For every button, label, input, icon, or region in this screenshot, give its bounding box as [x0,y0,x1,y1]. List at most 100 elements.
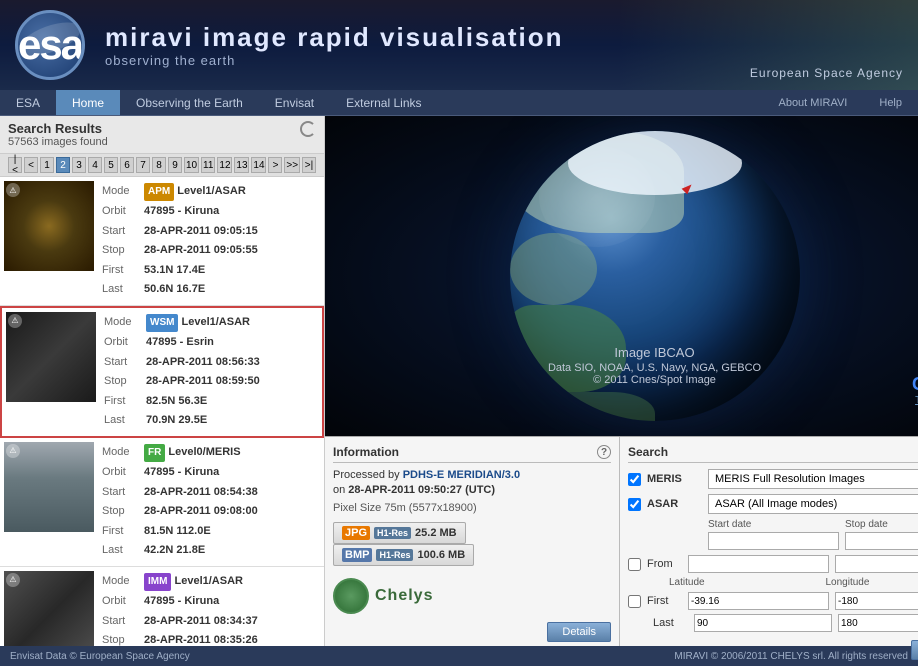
refresh-icon[interactable] [300,121,316,137]
nav-bar: ESA Home Observing the Earth Envisat Ext… [0,90,918,116]
last-label: Last [653,617,688,629]
last-coord-row: Last [628,614,918,632]
first-checkbox[interactable] [628,595,641,608]
google-watermark: Google Terms of Use [912,374,918,406]
start-date-label: Start date [708,519,839,530]
meris-checkbox[interactable] [628,473,641,486]
page-3-btn[interactable]: 3 [72,157,86,173]
app-name-heading: miravi image rapid visualisation [105,22,564,53]
first-label: First [647,595,682,607]
globe-caption-2: Data SIO, NOAA, U.S. Navy, NGA, GEBCO [548,362,761,374]
app-tagline: observing the earth [105,53,564,68]
right-panel: esa Image IBCAO Data SIO, NOAA, U.S. Nav… [325,116,918,646]
page-7-btn[interactable]: 7 [136,157,150,173]
nav-observing[interactable]: Observing the Earth [120,90,259,115]
search-button[interactable]: Search [911,640,918,660]
info-pixel: Pixel Size 75m (5577x18900) [333,502,611,514]
search-results-count: 57563 images found [8,136,108,148]
stop-date-label: Stop date [845,519,918,530]
page-10-btn[interactable]: 10 [184,157,199,173]
from-checkbox[interactable] [628,558,641,571]
asar-select[interactable]: ASAR (All Image modes) [708,494,918,514]
nav-esa[interactable]: ESA [0,90,56,115]
nav-envisat[interactable]: Envisat [259,90,330,115]
globe-caption: Image IBCAO Data SIO, NOAA, U.S. Navy, N… [548,345,761,386]
terms-link[interactable]: Terms of Use [912,395,918,406]
page-4-btn[interactable]: 4 [88,157,102,173]
globe-marker [684,183,692,191]
footer-left: Envisat Data © European Space Agency [10,651,190,662]
main-content: Search Results 57563 images found |< < 1… [0,116,918,646]
page-11-btn[interactable]: 11 [201,157,215,173]
last-lat-input[interactable] [694,614,832,632]
nav-home[interactable]: Home [56,90,120,115]
file-buttons: JPG H1-Res 25.2 MB BMP H1-Res 100.6 MB [333,522,611,566]
left-panel: Search Results 57563 images found |< < 1… [0,116,325,646]
result-item-2[interactable]: ⚠ ModeWSM Level1/ASAR Orbit47895 - Esrin… [0,306,324,438]
footer-right: MIRAVI © 2006/2011 CHELYS srl. All right… [674,651,908,662]
asar-checkbox[interactable] [628,498,641,511]
last-lon-input[interactable] [838,614,918,632]
page-6-btn[interactable]: 6 [120,157,134,173]
page-1-btn[interactable]: 1 [40,157,54,173]
result-info-3: ModeFR Level0/MERIS Orbit47895 - Kiruna … [100,442,320,562]
details-button[interactable]: Details [547,622,611,642]
search-panel-title: Search ? [628,445,918,463]
mode-badge-2: WSM [146,314,178,332]
bmp-download-btn[interactable]: BMP H1-Res 100.6 MB [333,544,474,566]
app-name: miravi [105,22,194,52]
info-help-btn[interactable]: ? [597,445,611,459]
result-item-1[interactable]: ⚠ ModeAPM Level1/ASAR Orbit47895 - Kirun… [0,177,324,306]
nav-help[interactable]: Help [863,93,918,113]
result-thumb-3: ⚠ [4,442,94,532]
header: esa miravi image rapid visualisation obs… [0,0,918,90]
page-9-btn[interactable]: 9 [168,157,182,173]
first-coord-row: First [628,592,918,610]
page-14-btn[interactable]: 14 [251,157,266,173]
from-input[interactable] [688,555,829,573]
search-panel: Search ? MERIS MERIS Full Resolution Ima… [620,437,918,646]
page-first-btn[interactable]: |< [8,157,22,173]
start-date-col: Start date [708,519,839,550]
globe-caption-1: Image IBCAO [548,345,761,360]
page-8-btn[interactable]: 8 [152,157,166,173]
page-nextskip-btn[interactable]: >> [284,157,299,173]
chelys-logo: Chelys [333,578,611,614]
result-item-4[interactable]: ⚠ ModeIMM Level1/ASAR Orbit47895 - Kirun… [0,567,324,646]
meris-row: MERIS MERIS Full Resolution Images [628,469,918,489]
mode-badge-1: APM [144,183,174,201]
page-13-btn[interactable]: 13 [234,157,249,173]
first-lon-input[interactable] [835,592,918,610]
page-next-btn[interactable]: > [268,157,282,173]
page-last-btn[interactable]: >| [302,157,316,173]
app-subtitle: image rapid visualisation [203,22,564,52]
jpg-download-btn[interactable]: JPG H1-Res 25.2 MB [333,522,466,544]
info-panel-title: Information ? [333,445,611,463]
search-results-title: Search Results [8,121,108,136]
stop-date-input[interactable] [845,532,918,550]
chelys-text: Chelys [375,587,433,605]
start-date-input[interactable] [708,532,839,550]
coord-labels-row: Latitude Longitude [628,577,918,588]
nav-links[interactable]: External Links [330,90,437,115]
page-12-btn[interactable]: 12 [217,157,232,173]
date-row: Start date Stop date [708,519,918,550]
bottom-panels: Information ? Processed by PDHS-E MERIDI… [325,436,918,646]
esa-logo-text: esa [18,24,82,66]
from-input-2[interactable] [835,555,918,573]
info-panel: Information ? Processed by PDHS-E MERIDI… [325,437,620,646]
result-item-3[interactable]: ⚠ ModeFR Level0/MERIS Orbit47895 - Kirun… [0,438,324,567]
first-lat-input[interactable] [688,592,829,610]
meris-label: MERIS [647,473,702,485]
pagination: |< < 1 2 3 4 5 6 7 8 9 10 11 12 13 14 > … [0,154,324,177]
result-thumb-4: ⚠ [4,571,94,646]
page-2-btn[interactable]: 2 [56,157,70,173]
from-label: From [647,558,682,570]
from-row: From [628,555,918,573]
miravi-title: miravi image rapid visualisation observi… [105,22,564,68]
page-5-btn[interactable]: 5 [104,157,118,173]
page-prev-btn[interactable]: < [24,157,38,173]
meris-select[interactable]: MERIS Full Resolution Images [708,469,918,489]
chelys-circle [333,578,369,614]
nav-about-miravi[interactable]: About MIRAVI [762,93,863,113]
